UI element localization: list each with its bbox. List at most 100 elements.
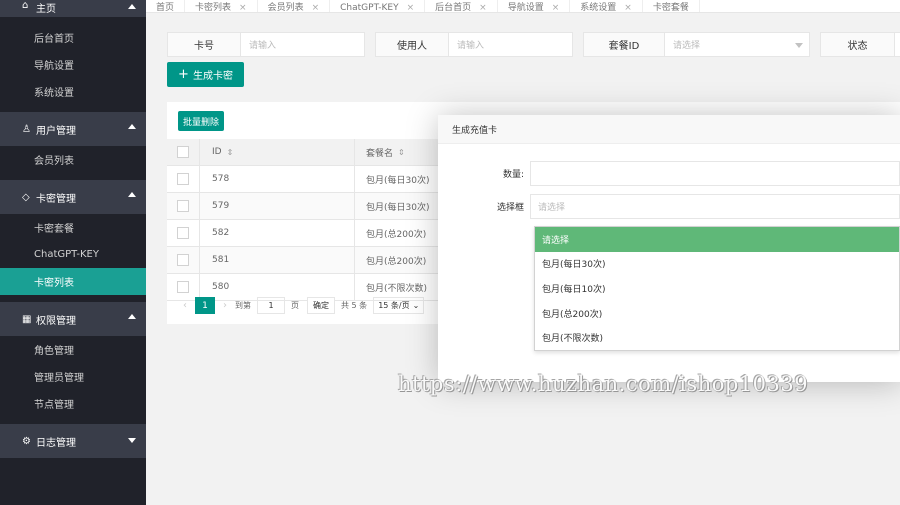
sort-icon[interactable]: ⇕ [227, 148, 234, 157]
tab-dashboard[interactable]: 后台首页 × [425, 0, 498, 13]
sidebar-group-permissions[interactable]: ▦ 权限管理 [0, 302, 146, 336]
package-select[interactable]: 请选择 [530, 194, 900, 219]
sidebar-group-cards[interactable]: ◇ 卡密管理 [0, 180, 146, 214]
goto-page-input[interactable]: 1 [257, 297, 285, 314]
row-checkbox[interactable] [177, 254, 189, 266]
sidebar-group-label: 卡密管理 [36, 193, 76, 205]
row-checkbox[interactable] [177, 173, 189, 185]
page-unit-label: 页 [291, 301, 299, 310]
row-checkbox[interactable] [177, 227, 189, 239]
chevron-up-icon [128, 314, 136, 319]
gear-icon: ⚙ [22, 435, 31, 447]
tab-bar: 首页 卡密列表 × 会员列表 × ChatGPT-KEY × 后台首页 × 导航设置 × … [146, 0, 900, 13]
pagination: ‹ 1 › 到第 1 页 确定 共 5 条 15 条/页 ⌄ [175, 297, 425, 314]
tab-chatgpt-key[interactable]: ChatGPT-KEY × [330, 0, 426, 13]
close-icon[interactable]: × [624, 4, 632, 13]
tab-home[interactable]: 首页 [146, 0, 186, 12]
cell-id: 578 [200, 165, 355, 193]
sidebar-item-card-packages[interactable]: 卡密套餐 [0, 214, 146, 241]
package-select-label: 选择框 [496, 203, 524, 213]
quantity-row: 数量: [448, 161, 900, 186]
select-all-checkbox[interactable] [177, 146, 189, 158]
quantity-input[interactable] [530, 161, 900, 186]
dialog-title: 生成充值卡 [438, 115, 900, 144]
user-input[interactable]: 请输入 [449, 33, 572, 56]
tag-icon: ◇ [22, 191, 30, 203]
plus-icon: + [178, 66, 189, 82]
chevron-up-icon [128, 4, 136, 9]
package-id-field: 套餐ID 请选择 [583, 32, 810, 57]
chevron-up-icon [128, 124, 136, 129]
package-select-row: 选择框 请选择 [448, 194, 900, 219]
search-form: 卡号 请输入 使用人 请输入 套餐ID 请选择 状态 请 [167, 32, 900, 57]
sidebar-group-label: 权限管理 [36, 315, 76, 327]
tab-nav-settings[interactable]: 导航设置 × [498, 0, 571, 13]
sidebar-group-label: 主页 [36, 4, 56, 15]
chevron-up-icon [128, 192, 136, 197]
card-number-input[interactable]: 请输入 [241, 33, 364, 56]
chevron-left-icon[interactable]: ‹ [183, 300, 187, 311]
card-number-field: 卡号 请输入 [167, 32, 365, 57]
sidebar-item-dashboard[interactable]: 后台首页 [0, 24, 146, 51]
sidebar-group-home[interactable]: ⌂ 主页 [0, 0, 146, 17]
sidebar-group-label: 日志管理 [36, 437, 76, 449]
goto-label: 到第 [235, 301, 251, 310]
chevron-right-icon[interactable]: › [223, 300, 227, 311]
cell-id: 579 [200, 192, 355, 220]
dropdown-option[interactable]: 包月(每日30次) [535, 252, 899, 277]
goto-confirm-button[interactable]: 确定 [307, 297, 335, 314]
home-icon: ⌂ [22, 0, 29, 11]
sidebar-item-card-list[interactable]: 卡密列表 [0, 268, 146, 295]
tab-card-packages[interactable]: 卡密套餐 [643, 0, 700, 12]
sidebar-item-nav-settings[interactable]: 导航设置 [0, 51, 146, 78]
total-count: 共 5 条 [341, 301, 368, 310]
cell-id: 582 [200, 219, 355, 247]
chevron-down-icon: ⌄ [412, 301, 420, 310]
generate-card-button[interactable]: + 生成卡密 [167, 62, 244, 87]
chevron-down-icon [128, 438, 136, 443]
sidebar-item-roles[interactable]: 角色管理 [0, 336, 146, 363]
package-id-select[interactable]: 请选择 [665, 33, 809, 56]
field-label: 状态 [821, 33, 895, 56]
field-label: 使用人 [376, 33, 449, 56]
sidebar-item-members[interactable]: 会员列表 [0, 146, 146, 173]
status-field: 状态 请 [820, 32, 900, 57]
close-icon[interactable]: × [407, 4, 415, 13]
close-icon[interactable]: × [239, 4, 247, 13]
column-header-id[interactable]: ID ⇕ [200, 138, 355, 166]
row-checkbox[interactable] [177, 281, 189, 293]
dropdown-option[interactable]: 包月(总200次) [535, 301, 899, 326]
package-select-dropdown: 请选择 包月(每日30次) 包月(每日10次) 包月(总200次) 包月(不限次… [534, 226, 900, 351]
dropdown-option[interactable]: 请选择 [535, 227, 899, 252]
sidebar-item-chatgpt-key[interactable]: ChatGPT-KEY [0, 241, 146, 268]
user-icon: ♙ [22, 123, 31, 135]
quantity-label: 数量: [502, 170, 524, 180]
page-current[interactable]: 1 [195, 297, 215, 314]
tab-card-list[interactable]: 卡密列表 × [185, 0, 258, 13]
sidebar-group-label: 用户管理 [36, 125, 76, 137]
sidebar-item-system-settings[interactable]: 系统设置 [0, 78, 146, 105]
close-icon[interactable]: × [552, 4, 560, 13]
sort-icon[interactable]: ⇕ [398, 148, 405, 157]
user-field: 使用人 请输入 [375, 32, 573, 57]
grid-icon: ▦ [22, 313, 32, 325]
status-select[interactable]: 请 [895, 33, 900, 56]
sidebar-item-nodes[interactable]: 节点管理 [0, 390, 146, 417]
field-label: 套餐ID [584, 33, 665, 56]
page-size-select[interactable]: 15 条/页 ⌄ [373, 297, 425, 314]
close-icon[interactable]: × [312, 4, 320, 13]
dropdown-option[interactable]: 包月(不限次数) [535, 325, 899, 350]
field-label: 卡号 [168, 33, 241, 56]
close-icon[interactable]: × [479, 4, 487, 13]
sidebar-group-logs[interactable]: ⚙ 日志管理 [0, 424, 146, 458]
chevron-down-icon [795, 43, 803, 48]
dropdown-option[interactable]: 包月(每日10次) [535, 276, 899, 301]
sidebar-item-admins[interactable]: 管理员管理 [0, 363, 146, 390]
tab-system-settings[interactable]: 系统设置 × [570, 0, 643, 13]
tab-members[interactable]: 会员列表 × [258, 0, 331, 13]
batch-delete-button[interactable]: 批量删除 [178, 111, 224, 131]
sidebar: ⌂ 主页 后台首页 导航设置 系统设置 ♙ 用户管理 会员列表 ◇ 卡密管理 卡… [0, 0, 146, 505]
sidebar-group-users[interactable]: ♙ 用户管理 [0, 112, 146, 146]
watermark-text: https://www.huzhan.com/ishop10339 [398, 372, 809, 396]
row-checkbox[interactable] [177, 200, 189, 212]
